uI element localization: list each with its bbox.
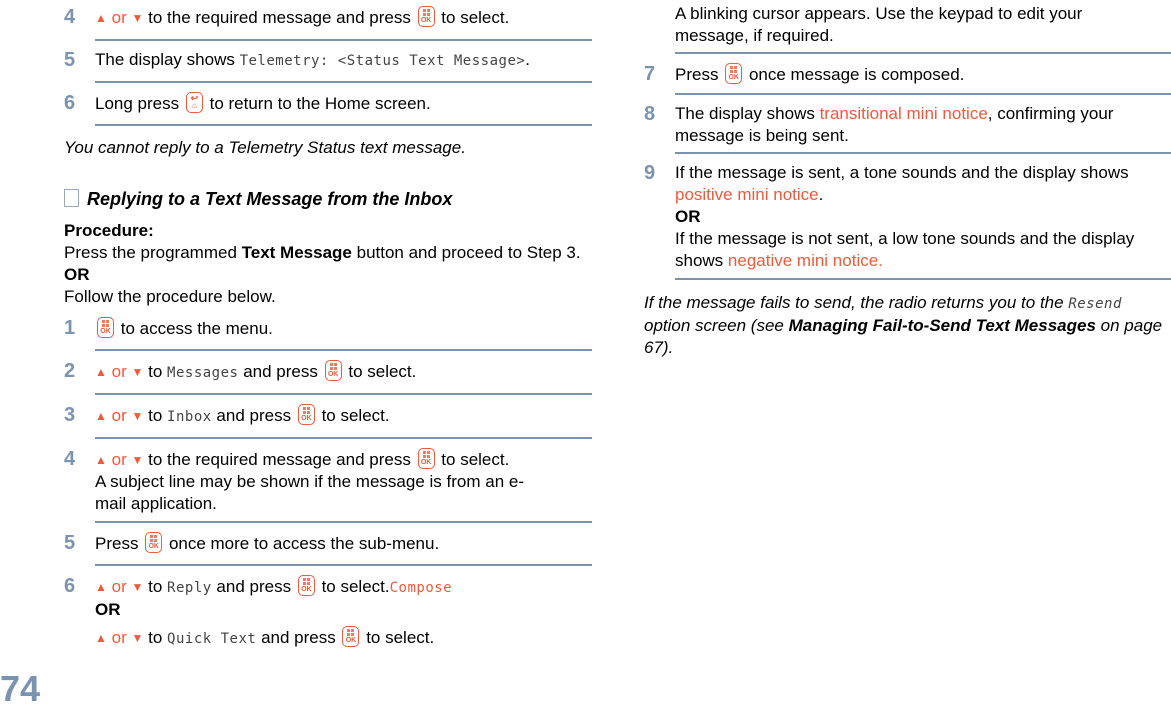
- ok-menu-key-icon: OK: [97, 317, 114, 338]
- divider: [95, 124, 592, 126]
- step-6: 6 ▲ or ▼ to Reply and press OK to select…: [64, 575, 592, 650]
- step-6-alt: ▲ or ▼ to Quick Text and press OK to sel…: [95, 626, 435, 647]
- step-4: 4 ▲ or ▼ to the required message and pre…: [64, 448, 592, 515]
- page-number: 74: [0, 668, 41, 709]
- step-number: 6: [64, 92, 76, 114]
- step-2: 2 ▲ or ▼ to Messages and press OK to sel…: [64, 360, 417, 382]
- back-home-key-icon: ↩ ⌂: [185, 92, 203, 113]
- step-3: 3 ▲ or ▼ to Inbox and press OK to select…: [64, 404, 390, 426]
- divider: [675, 278, 1171, 280]
- display-text: Messages: [167, 365, 239, 381]
- step-number: 9: [644, 162, 656, 184]
- or-label: OR: [675, 207, 701, 226]
- ok-menu-key-icon: OK: [297, 404, 315, 425]
- ok-menu-key-icon: OK: [297, 575, 315, 596]
- divider: [95, 437, 592, 439]
- cross-reference-link: Managing Fail-to-Send Text Messages: [788, 316, 1096, 335]
- left-column: 4 ▲ or ▼ to the required message and pre…: [60, 0, 592, 650]
- top-step-4: 4 ▲ or ▼ to the required message and pre…: [64, 6, 510, 28]
- divider: [95, 521, 592, 523]
- step-number: 4: [64, 448, 76, 470]
- up-arrow-icon: ▲: [95, 365, 107, 379]
- notice-link: positive mini notice: [675, 185, 819, 204]
- display-text-highlight: Compose: [389, 580, 453, 596]
- telemetry-note: You cannot reply to a Telemetry Status t…: [64, 138, 466, 157]
- right-column: A blinking cursor appears. Use the keypa…: [644, 0, 1171, 359]
- step-6-continued: A blinking cursor appears. Use the keypa…: [644, 3, 1171, 47]
- procedure-label: Procedure:: [64, 221, 154, 240]
- step-number: 8: [644, 103, 656, 125]
- divider: [95, 564, 592, 566]
- up-arrow-icon: ▲: [95, 409, 107, 423]
- ok-menu-key-icon: OK: [342, 626, 360, 647]
- divider: [675, 152, 1171, 154]
- step-note: A blinking cursor appears. Use the keypa…: [675, 4, 1083, 45]
- divider: [95, 393, 592, 395]
- up-arrow-icon: ▲: [95, 580, 107, 594]
- step-number: 5: [64, 49, 76, 71]
- down-arrow-icon: ▼: [131, 11, 144, 25]
- step-9: 9 If the message is sent, a tone sounds …: [644, 162, 1171, 272]
- or-label: OR: [64, 265, 90, 284]
- display-text: Inbox: [167, 409, 212, 425]
- up-arrow-icon: ▲: [95, 631, 107, 645]
- step-number: 3: [64, 404, 76, 426]
- section-heading: Replying to a Text Message from the Inbo…: [60, 189, 592, 211]
- display-text: Resend: [1068, 296, 1122, 312]
- divider: [675, 52, 1171, 54]
- divider: [95, 349, 592, 351]
- or-label: OR: [95, 600, 121, 619]
- down-arrow-icon: ▼: [131, 580, 144, 594]
- step-number: 6: [64, 575, 76, 597]
- ok-menu-key-icon: OK: [145, 532, 163, 553]
- up-arrow-icon: ▲: [95, 453, 107, 467]
- step-5: 5 Press OK once more to access the sub-m…: [64, 532, 440, 554]
- step-note: A subject line may be shown if the messa…: [95, 472, 524, 513]
- follow-text: Follow the procedure below.: [64, 287, 276, 306]
- document-stack-icon: [60, 189, 79, 211]
- step-1: 1 OK to access the menu.: [64, 317, 273, 339]
- ok-menu-key-icon: OK: [324, 360, 342, 381]
- top-step-6: 6 Long press ↩ ⌂ to return to the Home sc…: [64, 92, 431, 114]
- top-step-5: 5 The display shows Telemetry: <Status T…: [64, 49, 531, 71]
- fail-to-send-note: If the message fails to send, the radio …: [644, 293, 1163, 357]
- display-text: Quick Text: [167, 631, 257, 647]
- down-arrow-icon: ▼: [131, 409, 144, 423]
- step-number: 2: [64, 360, 76, 382]
- divider: [95, 39, 592, 41]
- down-arrow-icon: ▼: [131, 631, 144, 645]
- divider: [95, 81, 592, 83]
- divider: [675, 93, 1171, 95]
- up-arrow-icon: ▲: [95, 11, 107, 25]
- ok-menu-key-icon: OK: [417, 448, 435, 469]
- down-arrow-icon: ▼: [131, 453, 144, 467]
- step-number: 7: [644, 63, 656, 85]
- step-number: 4: [64, 6, 76, 28]
- ok-menu-key-icon: OK: [417, 6, 435, 27]
- step-number: 1: [64, 317, 76, 339]
- step-7: 7 Press OK once message is composed.: [644, 63, 965, 85]
- step-8: 8 The display shows transitional mini no…: [644, 103, 1114, 145]
- notice-link: transitional mini notice: [819, 104, 988, 123]
- display-text: Reply: [167, 580, 212, 596]
- procedure-intro: Press the programmed Text Message button…: [64, 243, 581, 262]
- ok-menu-key-icon: OK: [725, 63, 743, 84]
- down-arrow-icon: ▼: [131, 365, 144, 379]
- notice-link: negative mini notice.: [727, 251, 883, 270]
- display-text: Telemetry: <Status Text Message>: [239, 53, 526, 69]
- step-number: 5: [64, 532, 76, 554]
